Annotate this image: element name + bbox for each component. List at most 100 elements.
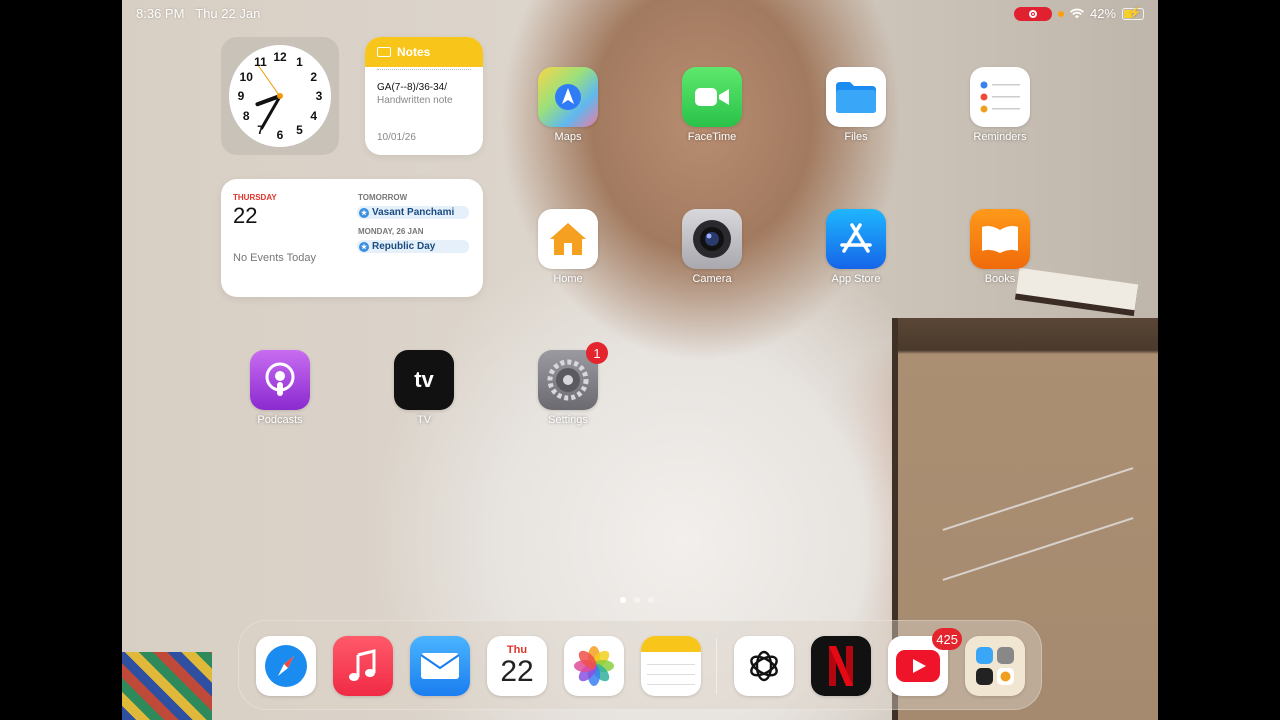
dock-safari[interactable] — [256, 636, 316, 696]
calendar-tomorrow-label: TOMORROW — [358, 193, 408, 202]
chatgpt-knot-icon — [750, 650, 778, 682]
battery-icon: ⚡ — [1122, 7, 1144, 20]
app-label: Files — [844, 131, 868, 143]
page-dot[interactable] — [634, 597, 640, 603]
clock-numeral: 8 — [242, 108, 250, 123]
app-reminders[interactable]: Reminders — [965, 67, 1035, 143]
dock-youtube[interactable]: 425 — [888, 628, 962, 696]
screen-recording-icon[interactable] — [1013, 6, 1052, 21]
mic-indicator-icon — [1057, 10, 1064, 17]
settings-gear-icon: 1 — [538, 342, 608, 410]
clock-numeral: 7 — [257, 122, 264, 137]
notes-widget[interactable]: Notes GA(7--8)/36-34/ Handwritten note 1… — [365, 37, 483, 155]
calendar-day-number: 22 — [233, 203, 258, 228]
app-label: Settings — [548, 414, 588, 426]
notes-widget-title: Notes — [397, 45, 431, 59]
status-bar-left: 8:36 PM Thu 22 Jan — [136, 6, 260, 21]
dock-calendar-day: 22 — [500, 655, 534, 688]
app-podcasts[interactable]: Podcasts — [245, 350, 315, 426]
star-icon: ★ — [359, 241, 369, 252]
dock-recent-apps-folder[interactable] — [965, 636, 1025, 696]
dock-mail[interactable] — [410, 636, 470, 696]
clock-numeral: 4 — [310, 108, 318, 123]
app-settings[interactable]: 1 Settings — [533, 342, 608, 426]
calendar-event-tomorrow-title: Vasant Panchami — [372, 207, 455, 218]
dock: Thu 22 425 — [238, 620, 1042, 710]
files-icon — [826, 67, 886, 127]
clock-numeral: 6 — [276, 128, 284, 142]
calendar-weekday: THURSDAY — [233, 193, 277, 202]
apple-tv-icon: tv — [394, 350, 454, 410]
clock-numeral: 3 — [315, 89, 323, 103]
app-label: Reminders — [973, 131, 1027, 143]
app-label: App Store — [831, 273, 881, 285]
app-facetime[interactable]: FaceTime — [677, 67, 747, 143]
app-books[interactable]: Books — [965, 209, 1035, 285]
tv-icon-text: tv — [414, 367, 434, 392]
status-bar-right: 42% ⚡ — [1013, 6, 1144, 21]
dock-notes[interactable] — [641, 636, 701, 696]
notes-widget-header: Notes — [365, 37, 483, 67]
battery-percent: 42% — [1089, 6, 1116, 21]
wallpaper-pillow — [122, 652, 212, 720]
photos-flower-icon — [574, 646, 614, 686]
dock-chatgpt[interactable] — [734, 636, 794, 696]
app-label: TV — [416, 414, 432, 426]
dock-photos[interactable] — [564, 636, 624, 696]
youtube-badge: 425 — [932, 628, 962, 650]
calendar-no-events: No Events Today — [233, 252, 316, 264]
reminders-icon — [970, 67, 1030, 127]
mail-envelope-icon — [420, 653, 460, 679]
app-label: Maps — [554, 131, 582, 143]
app-app-store[interactable]: App Store — [821, 209, 891, 285]
analog-clock-face: 12 1 2 3 4 5 6 7 8 9 10 11 — [229, 45, 331, 147]
calendar-event-tomorrow[interactable]: ★ Vasant Panchami — [357, 206, 469, 219]
dock-separator — [716, 638, 717, 694]
clock-numeral: 9 — [237, 89, 245, 103]
page-indicator[interactable] — [620, 597, 654, 603]
note-subtitle: Handwritten note — [377, 95, 453, 106]
facetime-icon — [682, 67, 742, 127]
app-store-icon — [826, 209, 886, 269]
clock-widget[interactable]: 12 1 2 3 4 5 6 7 8 9 10 11 — [221, 37, 339, 155]
page-dot[interactable] — [620, 597, 626, 603]
calendar-event-next[interactable]: ★ Republic Day — [357, 240, 469, 253]
note-title: GA(7--8)/36-34/ — [377, 82, 448, 93]
star-icon: ★ — [359, 207, 369, 218]
clock-numeral: 5 — [296, 122, 303, 137]
app-library-icon — [976, 647, 1014, 685]
podcasts-icon — [250, 350, 310, 410]
app-camera[interactable]: Camera — [677, 209, 747, 285]
status-time: 8:36 PM — [136, 6, 185, 21]
settings-badge: 1 — [586, 342, 608, 364]
app-home[interactable]: Home — [533, 209, 603, 285]
calendar-widget[interactable]: THURSDAY 22 No Events Today TOMORROW ★ V… — [221, 179, 483, 297]
app-files[interactable]: Files — [821, 67, 891, 143]
camera-icon — [682, 209, 742, 269]
clock-numeral: 10 — [239, 69, 253, 84]
app-maps[interactable]: Maps — [533, 67, 603, 143]
app-label: Podcasts — [257, 414, 303, 426]
safari-compass-icon — [265, 645, 307, 687]
dock-netflix[interactable] — [811, 636, 871, 696]
status-date: Thu 22 Jan — [195, 6, 261, 21]
dock-music[interactable] — [333, 636, 393, 696]
home-icon — [538, 209, 598, 269]
ipad-home-screen: 8:36 PM Thu 22 Jan 42% ⚡ 12 1 2 3 4 5 6 7 8 9 10 11… — [122, 0, 1158, 720]
wifi-icon — [1069, 8, 1084, 19]
dock-calendar[interactable]: Thu 22 — [487, 636, 547, 696]
app-label: Books — [984, 273, 1016, 285]
notes-app-icon — [641, 636, 701, 652]
app-label: FaceTime — [687, 131, 737, 143]
page-dot[interactable] — [648, 597, 654, 603]
calendar-next-label: MONDAY, 26 JAN — [358, 227, 424, 236]
app-label: Home — [553, 273, 583, 285]
app-label: Camera — [692, 273, 732, 285]
app-tv[interactable]: tv TV — [389, 350, 459, 426]
clock-numeral: 2 — [310, 69, 318, 84]
maps-icon — [538, 67, 598, 127]
books-icon — [970, 209, 1030, 269]
calendar-event-next-title: Republic Day — [372, 241, 436, 252]
clock-numeral: 12 — [273, 50, 287, 64]
netflix-n-icon — [829, 646, 853, 686]
